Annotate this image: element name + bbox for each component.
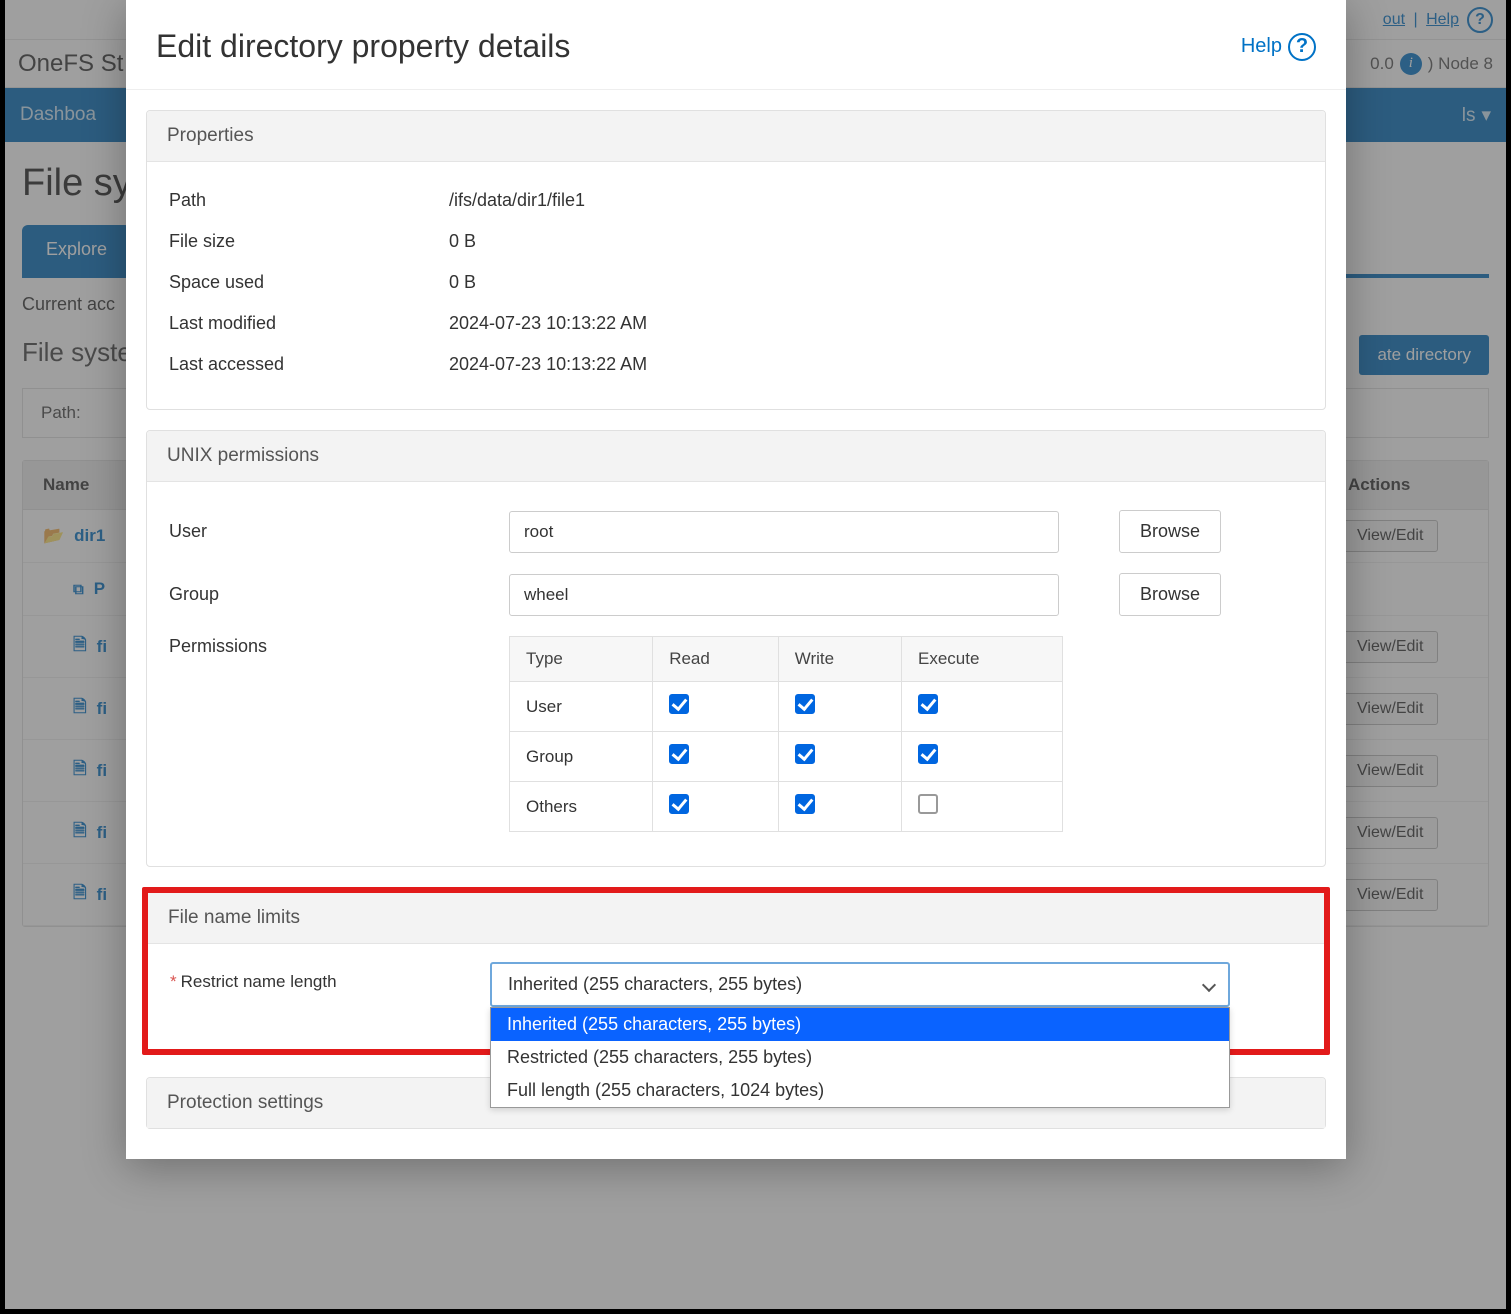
prop-lastacc-label: Last accessed	[169, 354, 449, 375]
permissions-row: Group	[510, 732, 1063, 782]
perm-write-checkbox[interactable]	[795, 794, 815, 814]
th-type: Type	[510, 637, 653, 682]
perm-type: User	[510, 682, 653, 732]
prop-lastmod-label: Last modified	[169, 313, 449, 334]
perm-execute-checkbox[interactable]	[918, 744, 938, 764]
group-input[interactable]	[509, 574, 1059, 616]
prop-path-value: /ifs/data/dir1/file1	[449, 190, 585, 211]
modal-header: Edit directory property details Help ?	[126, 0, 1346, 90]
prop-spaceused-label: Space used	[169, 272, 449, 293]
perm-type: Group	[510, 732, 653, 782]
perm-write-checkbox[interactable]	[795, 744, 815, 764]
help-icon: ?	[1288, 33, 1316, 61]
modal-help-link[interactable]: Help ?	[1241, 33, 1316, 61]
perm-read-checkbox[interactable]	[669, 794, 689, 814]
permissions-table: Type Read Write Execute UserGroupOthers	[509, 636, 1063, 832]
perm-read-checkbox[interactable]	[669, 744, 689, 764]
restrict-option[interactable]: Full length (255 characters, 1024 bytes)	[491, 1074, 1229, 1107]
browse-user-button[interactable]: Browse	[1119, 510, 1221, 553]
th-execute: Execute	[902, 637, 1063, 682]
modal-title: Edit directory property details	[156, 28, 570, 65]
unix-heading: UNIX permissions	[147, 431, 1325, 482]
perm-type: Others	[510, 782, 653, 832]
perm-execute-checkbox[interactable]	[918, 794, 938, 814]
unix-permissions-panel: UNIX permissions User Browse Group Brows…	[146, 430, 1326, 867]
permissions-row: Others	[510, 782, 1063, 832]
perm-execute-checkbox[interactable]	[918, 694, 938, 714]
restrict-option[interactable]: Inherited (255 characters, 255 bytes)	[491, 1008, 1229, 1041]
browse-group-button[interactable]: Browse	[1119, 573, 1221, 616]
properties-heading: Properties	[147, 111, 1325, 162]
perm-write-checkbox[interactable]	[795, 694, 815, 714]
restrict-option[interactable]: Restricted (255 characters, 255 bytes)	[491, 1041, 1229, 1074]
perm-read-checkbox[interactable]	[669, 694, 689, 714]
properties-panel: Properties Path/ifs/data/dir1/file1 File…	[146, 110, 1326, 410]
restrict-name-length-dropdown[interactable]: Inherited (255 characters, 255 bytes)Res…	[490, 1007, 1230, 1108]
group-label: Group	[169, 584, 449, 605]
edit-directory-modal: Edit directory property details Help ? P…	[126, 0, 1346, 1159]
prop-filesize-label: File size	[169, 231, 449, 252]
permissions-row: User	[510, 682, 1063, 732]
restrict-name-length-select[interactable]: Inherited (255 characters, 255 bytes) In…	[490, 962, 1230, 1007]
prop-lastacc-value: 2024-07-23 10:13:22 AM	[449, 354, 647, 375]
permissions-label: Permissions	[169, 636, 449, 657]
prop-spaceused-value: 0 B	[449, 272, 476, 293]
select-current-value: Inherited (255 characters, 255 bytes)	[508, 974, 802, 994]
prop-lastmod-value: 2024-07-23 10:13:22 AM	[449, 313, 647, 334]
th-read: Read	[653, 637, 779, 682]
required-star-icon: *	[170, 972, 177, 992]
prop-filesize-value: 0 B	[449, 231, 476, 252]
restrict-name-length-label: Restrict name length	[181, 972, 337, 992]
limits-heading: File name limits	[148, 893, 1324, 944]
file-name-limits-panel: File name limits * Restrict name length …	[142, 887, 1330, 1055]
user-label: User	[169, 521, 449, 542]
chevron-down-icon	[1202, 977, 1216, 991]
user-input[interactable]	[509, 511, 1059, 553]
prop-path-label: Path	[169, 190, 449, 211]
th-write: Write	[778, 637, 901, 682]
